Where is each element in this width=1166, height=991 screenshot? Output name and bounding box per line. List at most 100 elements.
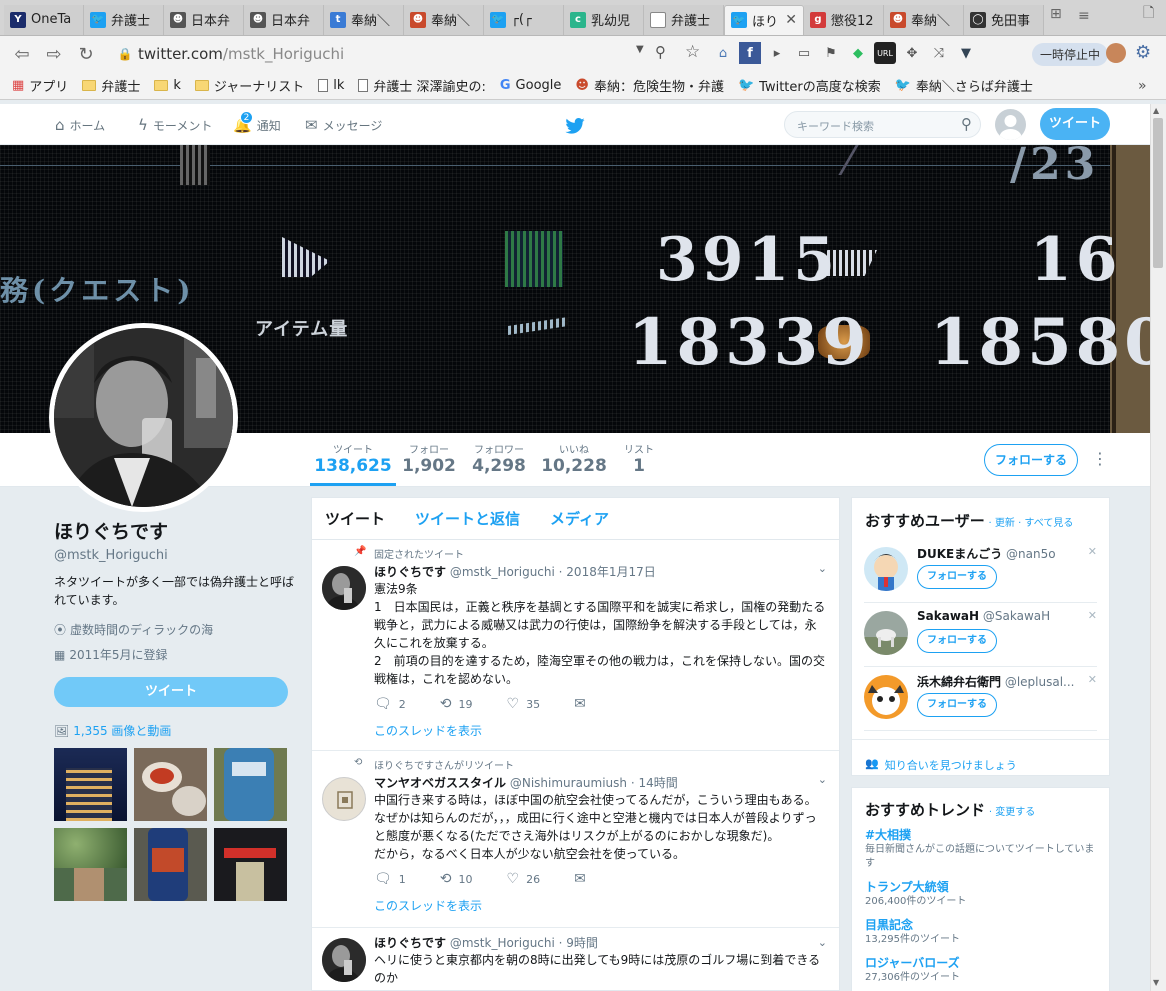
profile-stat[interactable]: ツイート 138,625 [313,441,393,476]
browser-tab[interactable]: ☻ 奉納＼ [884,4,964,35]
media-link[interactable]: 🖼 1,355 画像と動画 [54,722,171,739]
shuffle-ext-icon[interactable]: ⤨ [928,42,950,64]
media-thumb[interactable] [214,828,287,901]
tweet-author-name[interactable]: ほりぐちです [374,936,446,950]
star-icon[interactable]: ☆ [685,42,700,62]
close-tab-icon[interactable]: ✕ [785,12,797,28]
dismiss-icon[interactable]: ✕ [1088,609,1097,622]
chevron-down-icon[interactable]: ⌄ [818,562,827,575]
tweet-card[interactable]: ほりぐちです @mstk_Horiguchi · 9時間 ⌄ ヘリに使うと東京都… [312,928,839,990]
profile-handle[interactable]: @mstk_Horiguchi [54,548,294,563]
follow-user-button[interactable]: フォローする [917,565,997,589]
nav-messages[interactable]: ✉ メッセージ [305,116,382,134]
trend-item[interactable]: トランプ大統領 206,400件のツイート [865,878,1097,909]
tweet-card[interactable]: ⟲ ほりぐちですさんがリツイート マンヤオベガススタイル @Nishimuraum… [312,751,839,928]
show-thread-link[interactable]: このスレッドを表示 [374,722,827,739]
browser-tab[interactable]: c 乳幼児 [564,4,644,35]
settings-icon[interactable]: ⚙ [1135,42,1151,63]
account-avatar[interactable] [995,109,1026,140]
user-name[interactable]: DUKEまんごう [917,547,1002,561]
window-icon[interactable]: 🗋 [1143,2,1154,26]
chevron-down-icon[interactable]: ⌄ [818,936,827,949]
browser-tab[interactable]: t 奉納＼ [324,4,404,35]
browser-tab[interactable]: ☻ 日本弁 [164,4,244,35]
archive-ext-icon[interactable]: ▭ [793,42,815,64]
dm-button[interactable]: ✉ [574,696,586,712]
user-name[interactable]: 浜木綿弁右衛門 [917,675,1001,689]
evernote-icon[interactable]: ◆ [847,42,869,64]
profile-avatar[interactable] [1106,43,1126,63]
trend-item[interactable]: ロジャーバローズ 27,306件のツイート [865,954,1097,985]
like-button[interactable]: ♡ 26 [507,871,541,887]
bookmark-item[interactable]: lk [318,78,344,93]
pause-indicator[interactable]: 一時停止中 [1032,43,1109,66]
media-thumb[interactable] [134,828,207,901]
new-tab-icon[interactable]: ⊞ [1050,6,1062,22]
tweet-card[interactable]: 📌 固定されたツイート ほりぐちです @mstk_Horiguchi · 2018… [312,540,839,751]
profile-avatar[interactable] [49,323,238,512]
profile-stat[interactable]: リスト 1 [618,441,660,476]
facebook-icon[interactable]: f [739,42,761,64]
bookmark-item[interactable]: ☻ 奉納：危険生物・弁護 [575,76,724,95]
tweet-avatar[interactable] [322,777,366,821]
find-friends-link[interactable]: 👥 知り合いを見つけましょう [852,739,1109,790]
retweet-button[interactable]: ⟲ 10 [440,871,473,887]
user-avatar[interactable] [864,611,908,655]
trend-item[interactable]: #大相撲 毎日新聞さんがこの話題についてツイートしています [865,826,1097,871]
tweet-author-handle[interactable]: @Nishimuraumiush [510,776,627,790]
bookmark-item[interactable]: 🐦 Twitterの高度な検索 [738,76,881,95]
forward-icon[interactable]: ⇨ [40,40,68,68]
browser-tab[interactable]: ☻ 日本弁 [244,4,324,35]
reload-icon[interactable]: ↻ [72,40,100,68]
browser-tab[interactable]: ◯ 免田事 [964,4,1044,35]
more-options-icon[interactable]: ⋮ [1092,449,1108,468]
address-bar[interactable]: 🔒 twitter.com/mstk_Horiguchi [112,41,682,67]
play-ext-icon[interactable]: ▸ [766,42,788,64]
bookmark-item[interactable]: k [154,78,181,93]
follow-button[interactable]: フォローする [984,444,1078,476]
tweet-time[interactable]: · 2018年1月17日 [559,565,656,579]
move-ext-icon[interactable]: ✥ [901,42,923,64]
refresh-view-all-links[interactable]: · 更新 · すべて見る [989,518,1074,529]
search-input[interactable]: キーワード検索 ⚲ [784,111,981,138]
follow-user-button[interactable]: フォローする [917,693,997,717]
tweet-button[interactable]: ツイート [1040,108,1110,140]
tweet-avatar[interactable] [322,938,366,982]
profile-stat[interactable]: フォロワー 4,298 [466,441,532,476]
suggested-user[interactable]: DUKEまんごう @nan5o フォローする ✕ [864,539,1097,603]
bookmark-item[interactable]: 弁護士 深澤諭史の: [358,76,486,95]
user-avatar[interactable] [864,675,908,719]
show-thread-link[interactable]: このスレッドを表示 [374,897,827,914]
tweet-time[interactable]: · 14時間 [631,776,678,790]
tab-list-icon[interactable]: ≡ [1078,8,1090,24]
scrollbar-thumb[interactable] [1153,118,1163,268]
tweet-time[interactable]: · 9時間 [559,936,598,950]
media-thumb[interactable] [54,748,127,821]
zoom-icon[interactable]: ⚲ [655,43,666,61]
scroll-up-icon[interactable]: ▲ [1153,106,1159,115]
chevron-down-icon[interactable]: ⌄ [818,773,827,786]
trend-item[interactable]: 目黒記念 13,295件のツイート [865,916,1097,947]
search-icon[interactable]: ⚲ [961,115,972,133]
dropdown-icon[interactable]: ▼ [636,44,644,55]
tweet-author-handle[interactable]: @mstk_Horiguchi [450,565,555,579]
bookmark-item[interactable]: 弁護士 [82,76,140,95]
tab-tweets[interactable]: ツイート [325,508,385,529]
profile-stat[interactable]: いいね 10,228 [540,441,608,476]
home-ext-icon[interactable]: ⌂ [712,42,734,64]
bookmark-ext-icon[interactable]: ⚑ [820,42,842,64]
vivaldi-ext-icon[interactable]: ▼ [955,42,977,64]
follow-user-button[interactable]: フォローする [917,629,997,653]
trend-name[interactable]: ロジャーバローズ [865,954,1097,971]
profile-stat[interactable]: フォロー 1,902 [397,441,461,476]
media-thumb[interactable] [214,748,287,821]
tweet-author-handle[interactable]: @mstk_Horiguchi [450,936,555,950]
retweet-button[interactable]: ⟲ 19 [440,696,473,712]
browser-tab[interactable]: g 懲役12 [804,4,884,35]
more-bookmarks-icon[interactable]: » [1138,78,1147,94]
nav-moments[interactable]: ϟ モーメント [138,116,212,134]
bookmark-item[interactable]: 🐦 奉納＼さらば弁護士 [895,76,1033,95]
url-ext-icon[interactable]: URL [874,42,896,64]
trend-name[interactable]: トランプ大統領 [865,878,1097,895]
bookmark-item[interactable]: ジャーナリスト [194,76,304,95]
